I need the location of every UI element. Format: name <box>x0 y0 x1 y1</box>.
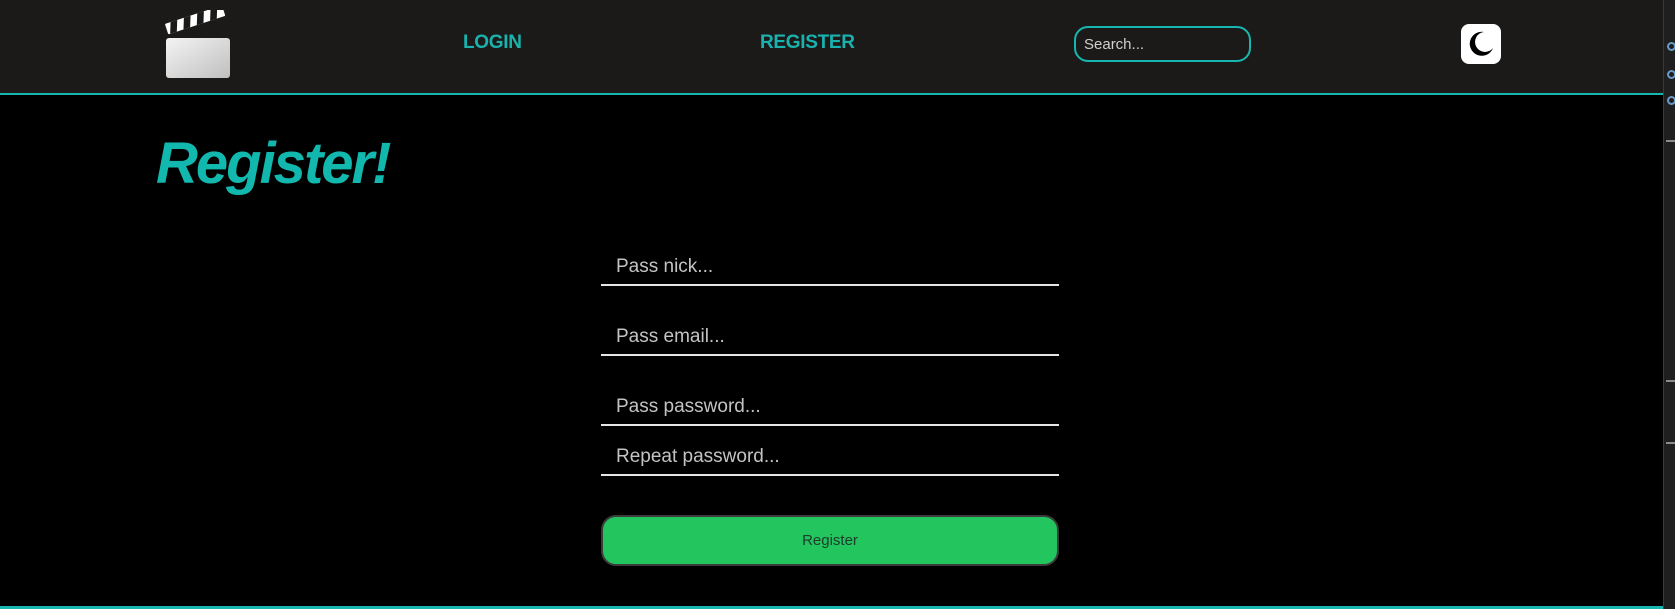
devtools-dot <box>1667 96 1675 105</box>
nav-register-link[interactable]: REGISTER <box>760 32 855 54</box>
devtools-divider <box>1666 140 1675 142</box>
theme-toggle-button[interactable] <box>1461 24 1501 64</box>
clapperboard-icon[interactable] <box>165 5 231 78</box>
devtools-divider <box>1666 442 1675 444</box>
search-input[interactable] <box>1074 26 1251 62</box>
nav-login-link[interactable]: LOGIN <box>463 32 522 54</box>
navbar: LOGIN REGISTER <box>0 0 1663 95</box>
nick-field[interactable] <box>601 250 1059 286</box>
email-field[interactable] <box>601 320 1059 356</box>
page-title: Register! <box>156 131 391 196</box>
devtools-dot <box>1667 42 1675 51</box>
moon-icon <box>1469 31 1493 56</box>
devtools-divider <box>1666 380 1675 382</box>
repeat-password-field[interactable] <box>601 440 1059 476</box>
register-button[interactable]: Register <box>601 515 1059 566</box>
devtools-dot <box>1667 70 1675 79</box>
password-field[interactable] <box>601 390 1059 426</box>
devtools-panel-edge <box>1663 0 1675 609</box>
